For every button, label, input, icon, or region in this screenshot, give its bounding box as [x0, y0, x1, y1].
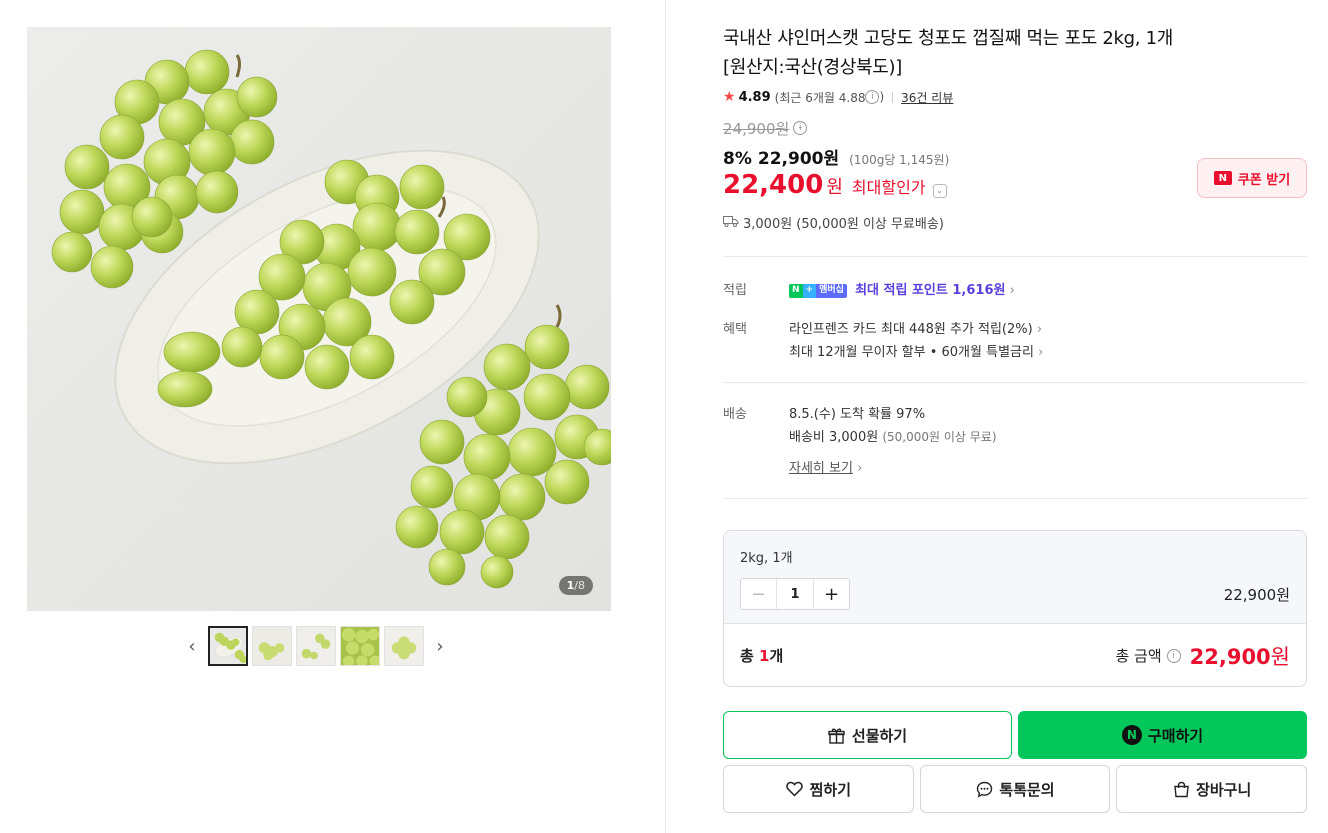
chevron-right-icon: › [857, 461, 863, 476]
selected-option-box: 2kg, 1개 − 1 + 22,900원 총 1개 총 금액 i 22,900… [723, 530, 1307, 687]
shipping-details-link[interactable]: 자세히 보기 [789, 461, 853, 476]
product-title: 국내산 샤인머스캣 고당도 청포도 껍질째 먹는 포도 2kg, 1개 [원산지… [723, 28, 1174, 78]
gift-icon [828, 726, 846, 744]
heart-icon [786, 780, 804, 798]
option-price: 22,900원 [1223, 586, 1290, 604]
shopping-bag-icon [1172, 780, 1190, 798]
delivery-fee: 3,000원 (50,000원 이상 무료배송) [743, 216, 944, 232]
benefits-section: 혜택 라인프렌즈 카드 최대 448원 추가 적립(2%) › 최대 12개월 … [723, 318, 1307, 382]
thumbnail-next-arrow[interactable]: › [428, 626, 452, 666]
thumbnail-2[interactable] [252, 626, 292, 666]
arrival-probability: 8.5.(수) 도착 확률 97% [789, 407, 926, 422]
info-icon[interactable]: i [1166, 648, 1181, 663]
thumbnail-4[interactable] [340, 626, 380, 666]
chevron-right-icon: › [1009, 283, 1015, 298]
thumbnail-1[interactable] [208, 626, 248, 666]
unit-price: (100g당 1,145원) [849, 153, 950, 167]
quantity-increase-button[interactable]: + [813, 579, 849, 609]
coupon-button[interactable]: N 쿠폰 받기 [1197, 158, 1307, 198]
shipping-fee: 배송비 3,000원 (50,000원 이상 무료) [789, 430, 997, 445]
review-count-link[interactable]: 36건 리뷰 [901, 89, 953, 106]
secondary-button-row: 찜하기 톡톡문의 장바구니 [723, 765, 1308, 813]
chevron-right-icon: › [1038, 345, 1044, 360]
original-price: 24,900원 [723, 119, 790, 138]
naver-plus-membership-badge: N + 멤버십 [789, 283, 847, 298]
discount-rate: 8% [723, 149, 752, 169]
naver-pay-icon: N [1121, 725, 1142, 745]
option-name: 2kg, 1개 [740, 551, 793, 566]
installment-benefit-link[interactable]: 최대 12개월 무이자 할부 • 60개월 특별금리 › [789, 341, 1043, 364]
quantity-value[interactable]: 1 [777, 579, 813, 609]
image-counter: 1/8 [558, 576, 593, 595]
original-price-row: 24,900원 i [723, 118, 1307, 138]
info-icon[interactable]: i [865, 90, 880, 104]
main-product-image[interactable]: 1/8 [27, 27, 611, 611]
divider [723, 498, 1307, 499]
gift-button[interactable]: 선물하기 [723, 711, 1012, 759]
thumbnail-strip: ‹ › [180, 626, 452, 666]
thumbnail-prev-arrow[interactable]: ‹ [180, 626, 204, 666]
rating-recent: (최근 6개월 4.88 [774, 90, 866, 105]
wish-button[interactable]: 찜하기 [723, 765, 914, 813]
naver-n-icon: N [1213, 171, 1232, 185]
points-label: 적립 [723, 283, 747, 298]
truck-icon [723, 215, 739, 230]
cart-button[interactable]: 장바구니 [1116, 765, 1308, 813]
rating-row: ★ 4.89 (최근 6개월 4.88 i ) 36건 리뷰 [723, 89, 954, 106]
product-gallery: 1/8 ‹ › [0, 0, 666, 833]
total-count: 총 1개 [740, 647, 784, 665]
max-discount-price: 22,400 [723, 170, 824, 200]
quantity-decrease-button[interactable]: − [741, 579, 777, 609]
delivery-fee-row: 3,000원 (50,000원 이상 무료배송) [723, 212, 1307, 232]
sale-price: 22,900원 [757, 149, 840, 169]
total-price: 22,900원 [1189, 644, 1290, 669]
star-icon: ★ [723, 89, 736, 105]
divider [892, 91, 894, 103]
thumbnail-5[interactable] [384, 626, 424, 666]
max-discount-label[interactable]: 최대할인가 [852, 174, 926, 198]
product-info: 국내산 샤인머스캣 고당도 청포도 껍질째 먹는 포도 2kg, 1개 [원산지… [723, 24, 1307, 499]
shipping-section: 배송 8.5.(수) 도착 확률 97% 배송비 3,000원 (50,000원… [723, 383, 1307, 498]
card-benefit-link[interactable]: 라인프렌즈 카드 최대 448원 추가 적립(2%) › [789, 318, 1043, 341]
total-amount: 총 금액 i 22,900원 [1115, 641, 1290, 671]
shipping-label: 배송 [723, 407, 747, 422]
chevron-down-icon[interactable]: ⌄ [932, 183, 947, 198]
quantity-stepper: − 1 + [740, 578, 850, 610]
talk-inquiry-button[interactable]: 톡톡문의 [919, 765, 1111, 813]
buy-button[interactable]: N 구매하기 [1018, 711, 1307, 759]
primary-button-row: 선물하기 N 구매하기 [723, 711, 1307, 759]
info-icon[interactable]: i [793, 121, 808, 135]
thumbnail-3[interactable] [296, 626, 336, 666]
rating-value: 4.89 [738, 89, 771, 105]
chevron-right-icon: › [1036, 322, 1043, 337]
max-points-link[interactable]: 최대 적립 포인트 1,616원 [855, 283, 1005, 298]
grape-photo [27, 27, 611, 611]
points-section: 적립 N + 멤버십 최대 적립 포인트 1,616원 › [723, 257, 1307, 318]
benefits-label: 혜택 [723, 322, 747, 337]
chat-bubble-icon [975, 780, 993, 798]
